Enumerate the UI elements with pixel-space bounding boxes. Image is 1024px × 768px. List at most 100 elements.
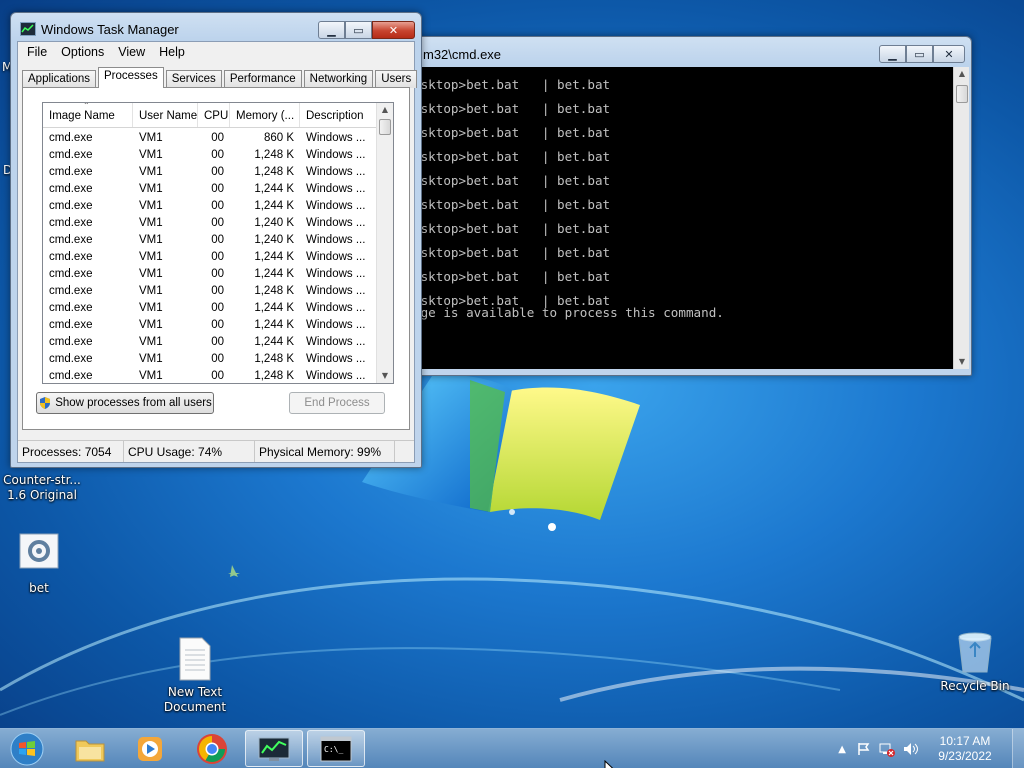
table-row[interactable]: cmd.exe VM1 00 1,244 K Windows ... <box>43 317 393 334</box>
menu-view[interactable]: View <box>111 45 152 59</box>
row-memory: 1,244 K <box>254 302 294 314</box>
taskbar-task-manager-button[interactable] <box>245 730 303 767</box>
volume-icon[interactable] <box>902 741 920 757</box>
scrollbar-thumb[interactable] <box>379 119 391 135</box>
row-description: Windows ... <box>306 302 366 314</box>
taskbar-cmd-button[interactable]: C:\_ <box>307 730 365 767</box>
tab-performance[interactable]: Performance <box>223 70 302 88</box>
table-row[interactable]: cmd.exe VM1 00 1,248 K Windows ... <box>43 368 393 383</box>
table-row[interactable]: cmd.exe VM1 00 1,248 K Windows ... <box>43 147 393 164</box>
minimize-icon: ▁ <box>327 23 336 37</box>
row-memory: 1,244 K <box>254 336 294 348</box>
table-row[interactable]: cmd.exe VM1 00 1,240 K Windows ... <box>43 232 393 249</box>
table-row[interactable]: cmd.exe VM1 00 1,244 K Windows ... <box>43 334 393 351</box>
action-center-icon[interactable] <box>856 741 872 757</box>
taskbar-chrome-button[interactable] <box>183 730 241 767</box>
row-cpu: 00 <box>211 336 224 348</box>
end-process-label: End Process <box>304 397 370 409</box>
table-row[interactable]: cmd.exe VM1 00 1,244 K Windows ... <box>43 249 393 266</box>
row-user-name: VM1 <box>139 183 163 195</box>
column-label: CPU <box>204 110 229 122</box>
process-list[interactable]: ⌃ Image Name User Name CPU Memory (... D… <box>42 102 394 384</box>
scroll-down-arrow-icon[interactable]: ▼ <box>954 355 970 369</box>
process-rows: cmd.exe VM1 00 860 K Windows ... cmd.exe VM1 00… <box>43 128 393 383</box>
network-disconnected-icon[interactable] <box>878 741 896 757</box>
end-process-button[interactable]: End Process <box>289 392 385 414</box>
row-user-name: VM1 <box>139 132 163 144</box>
taskbar-media-player-button[interactable] <box>121 730 179 767</box>
row-image-name: cmd.exe <box>49 132 93 144</box>
table-row[interactable]: cmd.exe VM1 00 1,244 K Windows ... <box>43 300 393 317</box>
tab-applications[interactable]: Applications <box>22 70 97 88</box>
tab-services[interactable]: Services <box>165 70 222 88</box>
start-button[interactable] <box>4 729 50 768</box>
console-line: esktop>bet.bat | bet.bat <box>413 245 611 260</box>
tab-networking[interactable]: Networking <box>303 70 374 88</box>
column-description[interactable]: Description <box>300 103 375 127</box>
cmd-window[interactable]: m32\cmd.exe ▁ ▭ ✕ esktop>bet.bat | bet.b… <box>404 36 972 376</box>
scrollbar-thumb[interactable] <box>956 85 968 103</box>
maximize-icon: ▭ <box>353 23 364 37</box>
scroll-down-arrow-icon[interactable]: ▼ <box>377 369 393 383</box>
column-image-name[interactable]: ⌃ Image Name <box>43 103 133 127</box>
table-row[interactable]: cmd.exe VM1 00 1,248 K Windows ... <box>43 164 393 181</box>
desktop-icon-bet[interactable]: bet <box>0 532 81 596</box>
cmd-caption-buttons: ▁ ▭ ✕ <box>879 45 965 63</box>
table-row[interactable]: cmd.exe VM1 00 1,244 K Windows ... <box>43 181 393 198</box>
table-row[interactable]: cmd.exe VM1 00 1,248 K Windows ... <box>43 351 393 368</box>
row-description: Windows ... <box>306 353 366 365</box>
row-memory: 1,248 K <box>254 285 294 297</box>
minimize-button[interactable]: ▁ <box>318 21 345 39</box>
table-row[interactable]: cmd.exe VM1 00 1,248 K Windows ... <box>43 283 393 300</box>
taskbar-explorer-button[interactable] <box>61 730 119 767</box>
console-output[interactable]: esktop>bet.bat | bet.bat esktop>bet.bat |… <box>413 67 953 369</box>
menu-file[interactable]: File <box>20 45 54 59</box>
clock[interactable]: 10:17 AM 9/23/2022 <box>928 734 1002 764</box>
close-button[interactable]: ✕ <box>933 45 965 63</box>
row-memory: 1,244 K <box>254 183 294 195</box>
menu-help[interactable]: Help <box>152 45 192 59</box>
desktop-icon-label: New Text Document <box>163 685 227 714</box>
row-memory: 1,240 K <box>254 234 294 246</box>
minimize-button[interactable]: ▁ <box>879 45 906 63</box>
show-all-processes-button[interactable]: Show processes from all users <box>36 392 214 414</box>
desktop-icon-new-text-document[interactable]: New Text Document <box>153 636 237 715</box>
status-processes: Processes: 7054 <box>18 441 124 462</box>
clock-date: 9/23/2022 <box>938 749 992 763</box>
column-label: User Name <box>139 110 198 122</box>
table-row[interactable]: cmd.exe VM1 00 1,244 K Windows ... <box>43 198 393 215</box>
tab-users[interactable]: Users <box>375 70 418 88</box>
gear-file-icon <box>16 532 62 578</box>
table-row[interactable]: cmd.exe VM1 00 1,244 K Windows ... <box>43 266 393 283</box>
recycle-bin-icon <box>952 630 998 676</box>
row-cpu: 00 <box>211 132 224 144</box>
tab-processes[interactable]: Processes <box>98 67 164 88</box>
row-image-name: cmd.exe <box>49 353 93 365</box>
row-cpu: 00 <box>211 166 224 178</box>
column-user-name[interactable]: User Name <box>133 103 198 127</box>
maximize-button[interactable]: ▭ <box>345 21 372 39</box>
show-desktop-button[interactable] <box>1012 729 1024 768</box>
console-line: esktop>bet.bat | bet.bat <box>413 173 611 188</box>
menu-options[interactable]: Options <box>54 45 111 59</box>
column-cpu[interactable]: CPU <box>198 103 230 127</box>
show-hidden-icons-button[interactable]: ▲ <box>838 744 846 755</box>
column-memory[interactable]: Memory (... <box>230 103 300 127</box>
console-line: esktop>bet.bat | bet.bat <box>413 221 611 236</box>
task-manager-window[interactable]: Windows Task Manager ▁ ▭ ✕ File Options … <box>10 12 422 468</box>
row-description: Windows ... <box>306 285 366 297</box>
scroll-up-arrow-icon[interactable]: ▲ <box>954 67 970 81</box>
scroll-up-arrow-icon[interactable]: ▲ <box>377 103 393 117</box>
table-row[interactable]: cmd.exe VM1 00 860 K Windows ... <box>43 130 393 147</box>
row-image-name: cmd.exe <box>49 336 93 348</box>
row-image-name: cmd.exe <box>49 251 93 263</box>
console-scrollbar[interactable]: ▲ ▼ <box>953 67 969 369</box>
maximize-button[interactable]: ▭ <box>906 45 933 63</box>
table-row[interactable]: cmd.exe VM1 00 1,240 K Windows ... <box>43 215 393 232</box>
close-button[interactable]: ✕ <box>372 21 415 39</box>
desktop-icon-label: bet <box>29 581 49 595</box>
row-memory: 1,248 K <box>254 353 294 365</box>
process-list-scrollbar[interactable]: ▲ ▼ <box>376 103 393 383</box>
desktop-icon-recycle-bin[interactable]: Recycle Bin <box>933 630 1017 694</box>
row-memory: 1,248 K <box>254 149 294 161</box>
